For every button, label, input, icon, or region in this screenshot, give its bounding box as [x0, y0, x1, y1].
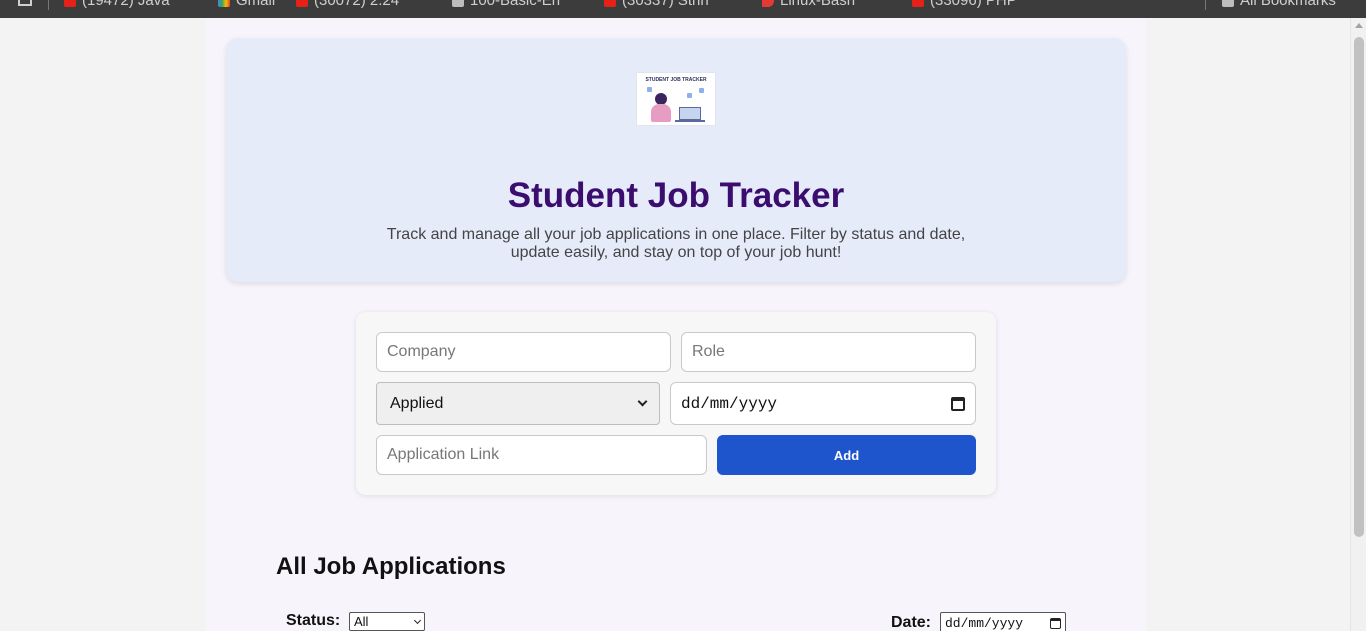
app-logo: STUDENT JOB TRACKER: [636, 72, 716, 126]
folder-icon: [1222, 0, 1234, 7]
status-filter-select[interactable]: All: [349, 612, 425, 631]
calendar-icon[interactable]: [1050, 617, 1061, 629]
logo-laptop: [679, 107, 701, 120]
role-input[interactable]: [681, 332, 976, 372]
bookmark-item[interactable]: (33096) PHP: [912, 0, 1017, 9]
youtube-icon: [64, 0, 76, 7]
bookmark-item[interactable]: (30072) 2.24: [296, 0, 399, 9]
bookmark-item[interactable]: Linux-Bash: [762, 0, 855, 9]
scrollbar-thumb[interactable]: [1354, 37, 1364, 537]
application-date-input[interactable]: dd/mm/yyyy: [670, 382, 976, 425]
calendar-icon[interactable]: [951, 396, 965, 411]
page-container: STUDENT JOB TRACKER Student Job Tracker …: [206, 18, 1146, 631]
bookmark-separator: [1205, 0, 1206, 10]
add-job-form: Applied dd/mm/yyyy Add: [356, 312, 996, 495]
document-icon: [452, 0, 464, 7]
youtube-icon: [296, 0, 308, 7]
page-description: Track and manage all your job applicatio…: [386, 226, 966, 261]
status-filter-label: Status:: [286, 612, 341, 629]
scroll-up-arrow-icon[interactable]: [1355, 23, 1363, 28]
page-title: Student Job Tracker: [507, 176, 845, 215]
bookmark-item[interactable]: (30337) Strin: [604, 0, 709, 9]
pin-icon: [762, 0, 774, 7]
chevron-down-icon: [637, 396, 648, 407]
logo-decoration: [647, 87, 652, 92]
logo-person-body: [651, 104, 671, 122]
youtube-icon: [912, 0, 924, 7]
date-filter-label: Date:: [891, 614, 932, 631]
bookmark-separator: [48, 0, 49, 10]
bookmark-item[interactable]: 100-Basic-En: [452, 0, 560, 9]
bookmarks-bar: (19472) Java Gmail (30072) 2.24 100-Basi…: [0, 0, 1366, 18]
date-filter-input[interactable]: dd/mm/yyyy: [940, 612, 1066, 631]
add-button[interactable]: Add: [717, 435, 976, 475]
all-bookmarks-button[interactable]: All Bookmarks: [1222, 0, 1336, 9]
applications-section-title: All Job Applications: [276, 553, 506, 580]
logo-decoration: [699, 88, 704, 93]
logo-decoration: [687, 93, 692, 98]
company-input[interactable]: [376, 332, 671, 372]
gmail-icon: [218, 0, 230, 7]
application-link-input[interactable]: [376, 435, 707, 475]
logo-laptop-base: [675, 120, 705, 122]
bookmark-item[interactable]: (19472) Java: [64, 0, 170, 9]
apps-grid-icon[interactable]: [18, 0, 32, 6]
youtube-icon: [604, 0, 616, 7]
bookmark-item[interactable]: Gmail: [218, 0, 275, 9]
hero-header: STUDENT JOB TRACKER Student Job Tracker …: [226, 38, 1126, 282]
status-select[interactable]: Applied: [376, 382, 660, 425]
page-scrollbar[interactable]: [1350, 18, 1366, 631]
chevron-down-icon: [413, 616, 422, 624]
